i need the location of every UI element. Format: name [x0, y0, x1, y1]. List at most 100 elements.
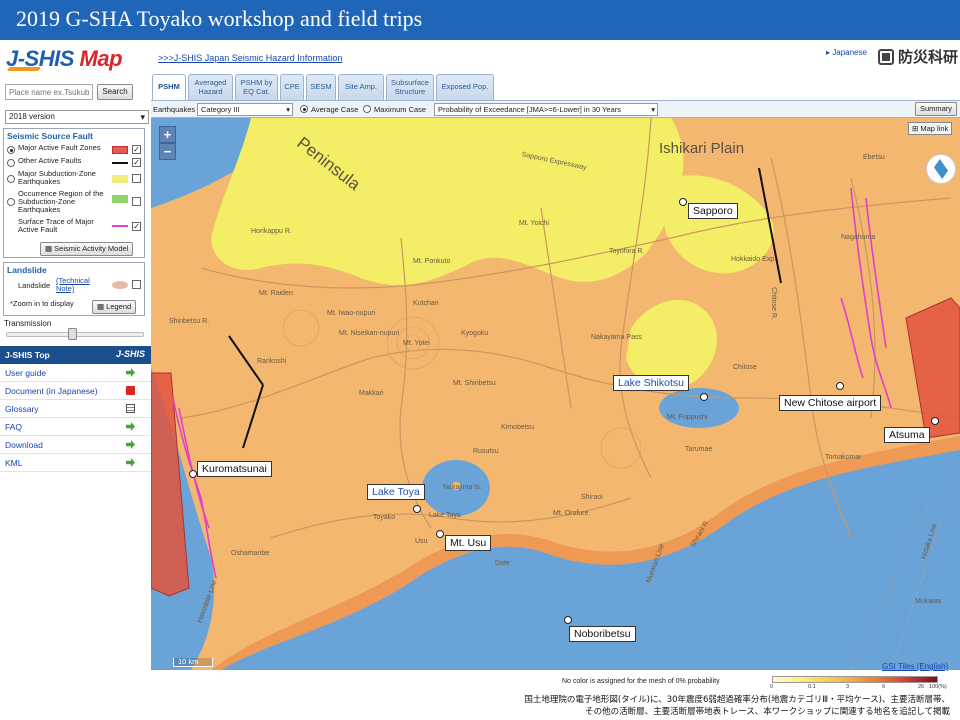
- caption-line: その他の活断層、主要活断層帯地表トレース、本ワークショップに関連する地名を追記し…: [585, 707, 950, 717]
- tab-pshm[interactable]: PSHM: [152, 74, 186, 101]
- jshis-top-header[interactable]: J-SHIS Top J-SHIS: [0, 346, 151, 364]
- source-row-occurrence-region[interactable]: Occurrence Region of the Subduction-Zone…: [4, 189, 144, 217]
- zoom-in-button[interactable]: +: [159, 126, 176, 143]
- pdf-icon: [126, 386, 135, 395]
- checkbox[interactable]: ✓: [132, 158, 141, 167]
- kuromatsunai-marker[interactable]: [189, 470, 197, 478]
- map-label: Nagahuma: [841, 234, 876, 241]
- place-noboribetsu[interactable]: Noboribetsu: [569, 626, 636, 642]
- map-label: Hokkaido Exp.: [731, 256, 777, 263]
- checkbox[interactable]: ✓: [132, 222, 141, 231]
- place-kuromatsunai[interactable]: Kuromatsunai: [197, 461, 272, 477]
- map-canvas: [151, 118, 960, 670]
- layers-icon[interactable]: [926, 154, 956, 184]
- radio-button[interactable]: [7, 146, 15, 154]
- nav-kml[interactable]: KML: [0, 454, 151, 472]
- map-label: Tomakomai: [825, 454, 861, 461]
- shikotsu-marker[interactable]: [700, 393, 708, 401]
- tab-subsurface-structure[interactable]: Subsurface Structure: [386, 74, 434, 100]
- transmission-label: Transmission: [4, 319, 52, 328]
- source-label: Other Active Faults: [18, 156, 82, 165]
- map-label: Oshamanbe: [231, 550, 270, 557]
- usu-marker[interactable]: [436, 530, 444, 538]
- place-search-input[interactable]: [5, 84, 93, 100]
- probability-legend: GSI Tiles (English) No color is assigned…: [151, 662, 960, 694]
- logo-swoosh-icon: [6, 67, 42, 71]
- tab-sesm[interactable]: SESM: [306, 74, 336, 100]
- checkbox[interactable]: ✓: [132, 145, 141, 154]
- map-label: Rusutsu: [473, 448, 499, 455]
- noboribetsu-marker[interactable]: [564, 616, 572, 624]
- checkbox[interactable]: [132, 197, 141, 206]
- landslide-title: Landslide: [7, 265, 47, 275]
- nav-item-label: Glossary: [5, 404, 39, 414]
- jshis-info-link[interactable]: >>>J-SHIS Japan Seismic Hazard Informati…: [158, 53, 342, 63]
- nied-mark-icon: [878, 48, 894, 65]
- source-row-major-fault-zones[interactable]: Major Active Fault Zones ✓: [4, 143, 144, 156]
- map-label: Chitose: [733, 364, 757, 371]
- source-row-other-faults[interactable]: Other Active Faults ✓: [4, 156, 144, 169]
- arrow-right-icon: [126, 440, 135, 449]
- version-select[interactable]: 2018 version: [5, 110, 149, 124]
- radio-button[interactable]: [7, 198, 15, 206]
- tab-cpe[interactable]: CPE: [280, 74, 304, 100]
- toya-marker[interactable]: [413, 505, 421, 513]
- place-mt-usu[interactable]: Mt. Usu: [445, 535, 492, 551]
- technical-note-link[interactable]: (Technical Note): [56, 277, 96, 293]
- landslide-checkbox[interactable]: [132, 280, 141, 289]
- transmission-slider-thumb[interactable]: [68, 328, 77, 340]
- source-label: Major Active Fault Zones: [18, 143, 101, 152]
- language-link[interactable]: ▸ Japanese: [826, 48, 867, 57]
- tab-averaged-hazard[interactable]: Averaged Hazard: [188, 74, 233, 100]
- slide-title: 2019 G-SHA Toyako workshop and field tri…: [16, 6, 423, 31]
- chitose-airport-marker[interactable]: [836, 382, 844, 390]
- source-label: Surface Trace of Major Active Fault: [18, 217, 94, 234]
- map-label: Mukawa: [915, 598, 942, 605]
- source-row-surface-trace[interactable]: Surface Trace of Major Active Fault ✓: [4, 217, 144, 237]
- place-atsuma[interactable]: Atsuma: [884, 427, 930, 443]
- map-label: Mt. Niseikan-nupuri: [339, 330, 400, 337]
- summary-button[interactable]: Summary: [915, 102, 957, 116]
- radio-button[interactable]: [7, 175, 15, 183]
- nied-logo[interactable]: 防災科研: [878, 46, 958, 67]
- map-label: Nakajima Is.: [443, 484, 482, 491]
- maximum-case-radio[interactable]: [363, 105, 371, 113]
- map-label: Ebetsu: [863, 154, 885, 161]
- app-header: J-SHIS Map >>>J-SHIS Japan Seismic Hazar…: [0, 40, 960, 74]
- nav-document[interactable]: Document (in Japanese): [0, 382, 151, 400]
- checkbox[interactable]: [132, 174, 141, 183]
- sapporo-marker[interactable]: [679, 198, 687, 206]
- atsuma-marker[interactable]: [931, 417, 939, 425]
- place-sapporo[interactable]: Sapporo: [688, 203, 738, 219]
- tab-site-amp[interactable]: Site Amp.: [338, 74, 384, 100]
- gsi-tiles-link[interactable]: GSI Tiles (English): [882, 662, 948, 671]
- probability-select[interactable]: Probability of Exceedance [JMA>=6-Lower]…: [434, 103, 658, 116]
- legend-tick: 26: [918, 684, 925, 690]
- place-lake-shikotsu[interactable]: Lake Shikotsu: [613, 375, 689, 391]
- seismic-activity-model-button[interactable]: ▦ Seismic Activity Model: [40, 242, 134, 256]
- nav-faq[interactable]: FAQ: [0, 418, 151, 436]
- nav-download[interactable]: Download: [0, 436, 151, 454]
- seismic-source-fault-panel: Seismic Source Fault Major Active Fault …: [3, 128, 145, 258]
- legend-swatch: [112, 162, 128, 164]
- nav-glossary[interactable]: Glossary: [0, 400, 151, 418]
- nav-item-label: User guide: [5, 368, 47, 378]
- zoom-out-button[interactable]: −: [159, 143, 176, 160]
- place-lake-toya[interactable]: Lake Toya: [367, 484, 425, 500]
- average-case-radio[interactable]: [300, 105, 308, 113]
- radio-button[interactable]: [7, 159, 15, 167]
- search-button[interactable]: Search: [97, 84, 133, 100]
- landslide-row[interactable]: Landslide (Technical Note): [4, 277, 144, 295]
- legend-button[interactable]: ▦ Legend: [92, 300, 137, 314]
- nav-item-label: Download: [5, 440, 43, 450]
- place-new-chitose-airport[interactable]: New Chitose airport: [779, 395, 882, 411]
- tab-pshm-by-eq-cat[interactable]: PSHM by EQ Cat.: [235, 74, 278, 100]
- map-label: Shiraoi: [581, 494, 603, 501]
- earthquake-category-select[interactable]: Category III: [197, 103, 293, 116]
- map-label: Mt. Orofure: [553, 510, 589, 517]
- map-link-button[interactable]: ⊞ Map link: [908, 122, 953, 135]
- nav-user-guide[interactable]: User guide: [0, 364, 151, 382]
- source-row-subduction[interactable]: Major Subduction-Zone Earthquakes: [4, 169, 144, 189]
- hazard-map[interactable]: + − ⊞ Map link 10 km Ishikari Plain Peni…: [151, 118, 960, 670]
- tab-exposed-pop[interactable]: Exposed Pop.: [436, 74, 494, 100]
